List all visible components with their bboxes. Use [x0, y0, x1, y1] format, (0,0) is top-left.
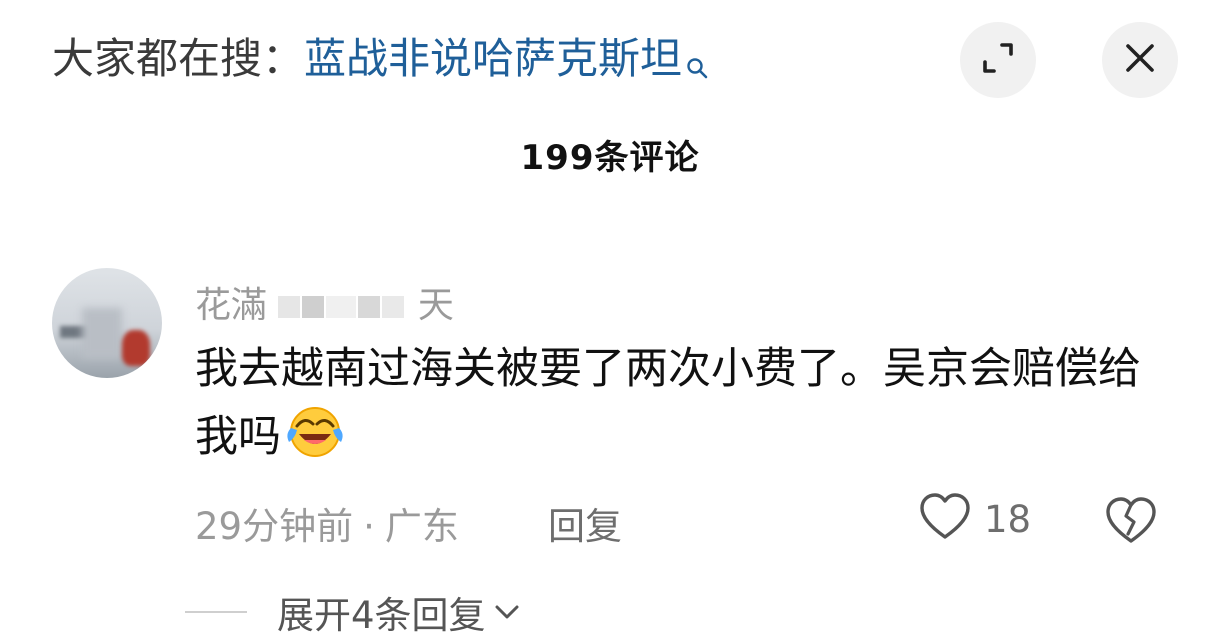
- meta-separator: ·: [363, 505, 375, 548]
- expand-button[interactable]: [960, 22, 1036, 98]
- username-mosaic: [326, 296, 357, 318]
- close-icon: [1124, 42, 1156, 78]
- comment-location: 广东: [384, 505, 459, 548]
- comment-time: 29分钟前: [195, 505, 354, 548]
- comment-text: 我去越南过海关被要了两次小费了。吴京会赔偿给我吗: [195, 336, 1165, 477]
- like-count: 18: [984, 497, 1032, 541]
- close-button[interactable]: [1102, 22, 1178, 98]
- search-prefix: 大家都在搜：: [52, 34, 305, 83]
- comment-meta: 29分钟前 · 广东: [195, 496, 459, 550]
- expand-replies-button[interactable]: 展开4条回复: [185, 585, 520, 639]
- heart-icon: [918, 492, 972, 546]
- username-mosaic: [302, 296, 325, 318]
- replies-divider: [185, 611, 247, 613]
- chevron-down-icon: [494, 603, 520, 625]
- username-mosaic: [278, 296, 301, 318]
- reply-button[interactable]: 回复: [548, 496, 622, 550]
- comments-count-title: 199条评论: [520, 138, 700, 178]
- avatar[interactable]: [52, 268, 162, 378]
- like-button[interactable]: 18: [918, 492, 1031, 546]
- expand-replies-label: 展开4条回复: [277, 594, 486, 637]
- trending-search-hint[interactable]: 大家都在搜：蓝战非说哈萨克斯坦: [52, 28, 708, 96]
- broken-heart-icon: [1104, 497, 1158, 550]
- dislike-button[interactable]: [1104, 496, 1158, 550]
- crying-laughing-emoji-icon: [285, 402, 345, 477]
- comment-item: 花滿 天 我去越南过海关被要了两次小费了。吴京会赔偿给我吗 29分钟前 · 广东 回…: [0, 260, 1220, 560]
- search-icon[interactable]: [686, 34, 708, 96]
- comment-username[interactable]: 花滿 天: [195, 276, 454, 328]
- top-bar: 大家都在搜：蓝战非说哈萨克斯坦: [0, 0, 1220, 120]
- search-term-link[interactable]: 蓝战非说哈萨克斯坦: [304, 34, 682, 83]
- username-start: 花滿: [195, 285, 268, 326]
- expand-icon: [980, 40, 1016, 80]
- username-end: 天: [417, 285, 454, 326]
- username-mosaic: [382, 296, 405, 318]
- username-mosaic: [358, 296, 381, 318]
